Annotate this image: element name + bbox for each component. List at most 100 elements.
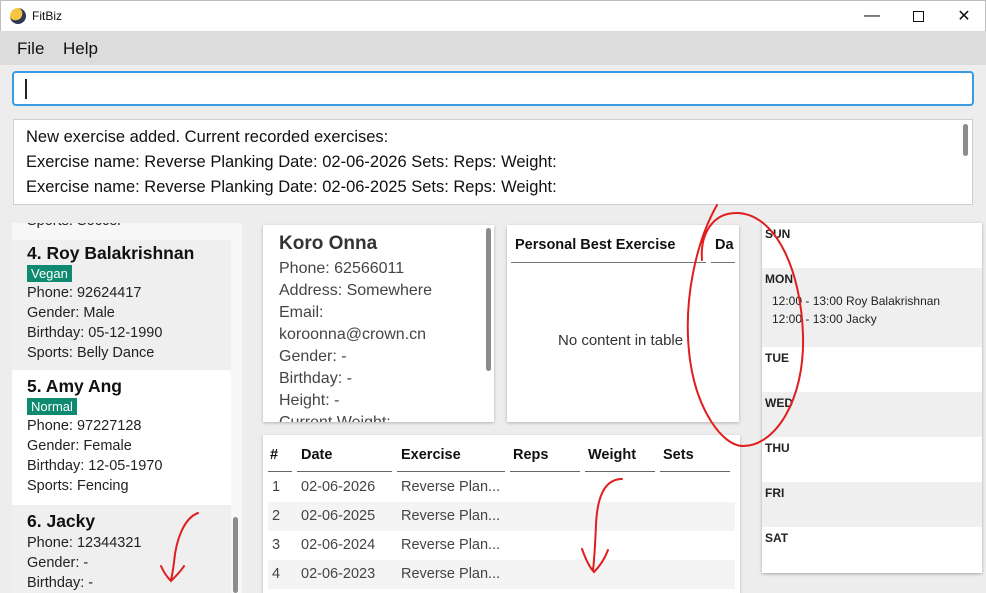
person-gender: Gender: Female — [27, 438, 132, 454]
profile-name: Koro Onna — [279, 233, 378, 254]
result-display[interactable]: New exercise added. Current recorded exe… — [13, 119, 973, 205]
column-header-date[interactable]: Date — [301, 447, 332, 463]
person-list[interactable]: Sports: Soccer 4. Roy Balakrishnan Vegan… — [12, 223, 242, 593]
profile-email-label: Email: — [279, 304, 324, 321]
maximize-icon — [912, 10, 924, 22]
table-row[interactable]: 1 02-06-2026 Reverse Plan... — [268, 473, 735, 502]
command-input[interactable] — [12, 71, 974, 106]
cell-date: 02-06-2023 — [301, 566, 376, 582]
menu-file[interactable]: File — [17, 39, 44, 59]
person-birthday: Birthday: 12-05-1970 — [27, 458, 163, 474]
schedule-day-fri[interactable]: FRI — [762, 482, 982, 527]
cell-number: 3 — [272, 537, 281, 553]
cell-date: 02-06-2024 — [301, 537, 376, 553]
header-divider — [660, 471, 730, 472]
person-gender: Gender: Male — [27, 305, 115, 321]
header-divider — [511, 262, 706, 263]
result-line: New exercise added. Current recorded exe… — [26, 128, 389, 146]
person-birthday: Birthday: 05-12-1990 — [27, 325, 163, 341]
close-button[interactable]: ✕ — [941, 1, 986, 31]
schedule-day-sat[interactable]: SAT — [762, 527, 982, 573]
profile-current-weight: Current Weight: — [279, 414, 391, 422]
header-divider — [711, 262, 735, 263]
close-icon: ✕ — [957, 8, 971, 25]
title-bar: FitBiz — ✕ — [0, 0, 986, 31]
person-card[interactable]: 5. Amy Ang Normal Phone: 97227128 Gender… — [12, 370, 231, 505]
profile-birthday: Birthday: - — [279, 370, 352, 387]
appointment[interactable]: 12:00 - 13:00 Jacky — [772, 312, 877, 326]
person-tag: Vegan — [27, 265, 72, 282]
cell-number: 2 — [272, 508, 281, 524]
person-tag: Normal — [27, 398, 77, 415]
schedule-day-thu[interactable]: THU — [762, 437, 982, 482]
header-divider — [268, 471, 292, 472]
person-sports: Sports: Belly Dance — [27, 345, 155, 361]
person-gender: Gender: - — [27, 555, 89, 571]
cell-number: 1 — [272, 479, 281, 495]
person-card-partial[interactable]: Sports: Soccer — [12, 223, 231, 231]
table-row[interactable]: 3 02-06-2024 Reverse Plan... — [268, 531, 735, 560]
profile-scrollbar[interactable] — [486, 228, 491, 371]
table-row[interactable]: 2 02-06-2025 Reverse Plan... — [268, 502, 735, 531]
column-header-exercise[interactable]: Exercise — [401, 447, 461, 463]
menu-help[interactable]: Help — [63, 39, 98, 59]
day-label: FRI — [765, 486, 785, 500]
minimize-icon: — — [864, 7, 880, 24]
cell-date: 02-06-2025 — [301, 508, 376, 524]
header-divider — [297, 471, 392, 472]
cell-exercise: Reverse Plan... — [401, 537, 501, 553]
person-card[interactable]: 4. Roy Balakrishnan Vegan Phone: 9262441… — [12, 240, 231, 370]
header-divider — [397, 471, 505, 472]
person-sports: Sports: Fencing — [27, 478, 129, 494]
result-line: Exercise name: Reverse Planking Date: 02… — [26, 178, 557, 196]
window-title: FitBiz — [32, 9, 62, 23]
header-divider — [510, 471, 580, 472]
minimize-button[interactable]: — — [849, 1, 895, 31]
column-header-date[interactable]: Da — [715, 237, 734, 253]
appointment[interactable]: 12:00 - 13:00 Roy Balakrishnan — [772, 294, 940, 308]
schedule-day-wed[interactable]: WED — [762, 392, 982, 437]
person-phone: Phone: 12344321 — [27, 535, 142, 551]
schedule-day-tue[interactable]: TUE — [762, 347, 982, 392]
app-logo-icon — [10, 8, 26, 24]
person-list-scrollbar[interactable] — [233, 517, 238, 593]
cell-exercise: Reverse Plan... — [401, 508, 501, 524]
schedule-day-mon[interactable]: MON 12:00 - 13:00 Roy Balakrishnan 12:00… — [762, 268, 982, 347]
profile-phone: Phone: 62566011 — [279, 260, 405, 277]
exercise-table[interactable]: # Date Exercise Reps Weight Sets 1 02-06… — [263, 435, 740, 593]
profile-height: Height: - — [279, 392, 340, 409]
day-label: SUN — [765, 227, 791, 241]
result-line: Exercise name: Reverse Planking Date: 02… — [26, 153, 557, 171]
header-divider — [585, 471, 655, 472]
column-header-sets[interactable]: Sets — [663, 447, 694, 463]
person-phone: Phone: 97227128 — [27, 418, 142, 434]
schedule-day-sun[interactable]: SUN — [762, 223, 982, 268]
day-label: SAT — [765, 531, 789, 545]
text-caret — [25, 79, 27, 99]
cell-exercise: Reverse Plan... — [401, 566, 501, 582]
cell-exercise: Reverse Plan... — [401, 479, 501, 495]
column-header-number[interactable]: # — [270, 447, 278, 463]
person-phone: Phone: 92624417 — [27, 285, 142, 301]
profile-address: Address: Somewhere — [279, 282, 432, 299]
result-scrollbar[interactable] — [963, 124, 968, 156]
menu-bar: File Help — [0, 31, 986, 65]
column-header-personal-best-exercise[interactable]: Personal Best Exercise — [515, 237, 675, 253]
person-name: 5. Amy Ang — [27, 376, 122, 396]
profile-gender: Gender: - — [279, 348, 347, 365]
column-header-reps[interactable]: Reps — [513, 447, 548, 463]
profile-panel[interactable]: Koro Onna Phone: 62566011 Address: Somew… — [263, 225, 494, 422]
person-name: 6. Jacky — [27, 511, 96, 531]
person-card[interactable]: 6. Jacky Phone: 12344321 Gender: - Birth… — [12, 505, 231, 593]
person-name: 4. Roy Balakrishnan — [27, 243, 195, 263]
cell-number: 4 — [272, 566, 281, 582]
table-row[interactable]: 4 02-06-2023 Reverse Plan... — [268, 560, 735, 589]
profile-email: koroonna@crown.cn — [279, 326, 426, 343]
maximize-button[interactable] — [895, 1, 941, 31]
personal-best-table[interactable]: Personal Best Exercise Da No content in … — [507, 225, 739, 422]
cell-date: 02-06-2026 — [301, 479, 376, 495]
column-header-weight[interactable]: Weight — [588, 447, 636, 463]
schedule-panel[interactable]: SUN MON 12:00 - 13:00 Roy Balakrishnan 1… — [762, 223, 982, 573]
day-label: MON — [765, 272, 793, 286]
day-label: WED — [765, 396, 793, 410]
